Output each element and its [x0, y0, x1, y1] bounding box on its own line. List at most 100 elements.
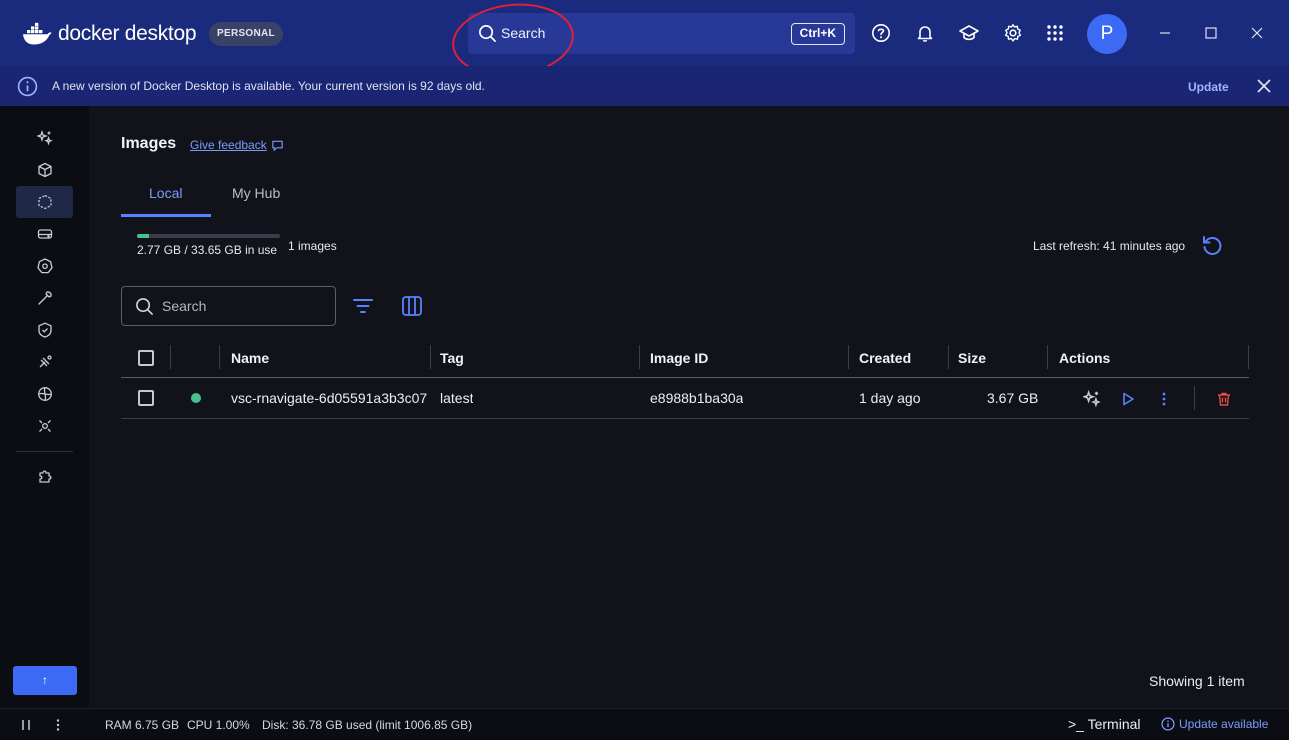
columns-icon[interactable]	[401, 295, 423, 317]
images-page: Images Give feedback Local My Hub 2.77 G…	[89, 106, 1289, 708]
table-header: Name Tag Image ID Created Size Actions	[121, 341, 1249, 378]
sidebar-item-extensions[interactable]	[16, 460, 73, 492]
mcp-toolkit-icon	[38, 420, 51, 432]
search-field[interactable]	[121, 286, 336, 326]
bell-icon[interactable]	[914, 22, 936, 44]
maximize-icon[interactable]	[1200, 22, 1222, 44]
disk-usage: Disk: 36.78 GB used (limit 1006.85 GB)	[262, 718, 473, 732]
column-header-image-id[interactable]: Image ID	[650, 350, 708, 366]
containers-icon	[37, 162, 52, 178]
engine-pause-icon[interactable]	[19, 718, 33, 732]
tab-my-hub[interactable]: My Hub	[232, 185, 280, 201]
sidebar-bottom-button[interactable]: ↑	[13, 666, 77, 695]
tab-local[interactable]: Local	[149, 185, 182, 201]
banner-close-icon[interactable]	[1257, 79, 1271, 93]
image-size: 3.67 GB	[987, 390, 1039, 406]
models-icon	[39, 355, 52, 368]
brand-name: docker desktop	[58, 22, 197, 45]
images-icon	[37, 194, 52, 210]
status-footer: RAM 6.75 GB CPU 1.00% Disk: 36.78 GB use…	[0, 708, 1289, 740]
image-id: e8988b1ba30a	[650, 390, 744, 406]
column-separator	[1047, 345, 1048, 369]
update-available-label: Update available	[1179, 717, 1269, 731]
search-icon	[136, 298, 153, 315]
more-actions[interactable]	[1154, 389, 1174, 409]
give-feedback-link[interactable]: Give feedback	[190, 138, 284, 152]
kebab-menu-icon	[1162, 392, 1166, 406]
builds-icon	[37, 291, 52, 305]
run-action[interactable]	[1118, 389, 1138, 409]
sidebar-item-models[interactable]	[16, 346, 73, 378]
ask-gordon-action[interactable]	[1082, 389, 1102, 409]
help-icon[interactable]	[870, 22, 892, 44]
close-icon[interactable]	[1246, 22, 1268, 44]
extensions-marketplace-icon	[37, 387, 52, 401]
sparkles-icon	[36, 130, 53, 146]
info-icon	[17, 76, 38, 97]
banner-update-button[interactable]: Update	[1188, 80, 1229, 94]
gear-icon[interactable]	[1002, 22, 1024, 44]
select-all-checkbox[interactable]	[138, 350, 154, 366]
sidebar: ↑	[0, 106, 89, 708]
column-separator	[430, 345, 431, 369]
docker-whale-icon	[23, 22, 52, 45]
page-title: Images	[121, 135, 177, 152]
disk-usage-fill	[137, 234, 149, 238]
avatar[interactable]: P	[1087, 14, 1127, 54]
ram-usage: RAM 6.75 GB	[105, 718, 180, 732]
trash-icon	[1218, 392, 1230, 406]
sidebar-item-images[interactable]	[16, 186, 73, 218]
image-count: 1 images	[288, 239, 337, 253]
docker-logo: docker desktop	[22, 18, 197, 50]
sidebar-item-volumes[interactable]	[16, 218, 73, 250]
sidebar-item-builds[interactable]	[16, 282, 73, 314]
image-name[interactable]: vsc-rnavigate-6d05591a3b3c07	[231, 390, 432, 406]
banner-message: A new version of Docker Desktop is avail…	[52, 79, 485, 93]
sidebar-item-ask-gordon[interactable]	[16, 122, 73, 154]
sidebar-item-containers[interactable]	[16, 154, 73, 186]
sidebar-item-docker-hub[interactable]	[16, 378, 73, 410]
column-separator	[219, 345, 220, 369]
image-tag: latest	[440, 390, 474, 406]
column-separator	[639, 345, 640, 369]
terminal-button[interactable]: >_ Terminal	[1068, 716, 1141, 732]
delete-action[interactable]	[1214, 389, 1234, 409]
plan-badge: PERSONAL	[209, 22, 283, 46]
update-available-link[interactable]: Update available	[1161, 717, 1268, 731]
sidebar-item-scout[interactable]	[16, 314, 73, 346]
row-checkbox[interactable]	[138, 390, 154, 406]
showing-count: Showing 1 item	[1149, 673, 1245, 689]
global-search-label: Search	[501, 25, 546, 41]
engine-menu-icon[interactable]	[51, 718, 65, 732]
column-header-created[interactable]: Created	[859, 350, 911, 366]
column-separator	[1248, 345, 1249, 369]
sidebar-item-kubernetes[interactable]	[16, 250, 73, 282]
disk-usage-bar	[137, 234, 280, 238]
learning-center-icon[interactable]	[958, 22, 980, 44]
feedback-chat-icon	[272, 140, 283, 151]
last-refresh: Last refresh: 41 minutes ago	[1033, 239, 1186, 253]
volumes-icon	[37, 229, 52, 239]
column-separator	[848, 345, 849, 369]
table-row[interactable]: vsc-rnavigate-6d05591a3b3c07 latest e898…	[121, 378, 1249, 419]
sidebar-item-mcp-toolkit[interactable]	[16, 410, 73, 442]
image-created: 1 day ago	[859, 390, 921, 406]
disk-usage-text: 2.77 GB / 33.65 GB in use	[137, 243, 278, 257]
action-separator	[1194, 386, 1195, 410]
active-tab-indicator	[121, 214, 211, 217]
search-icon	[479, 25, 496, 42]
column-header-tag[interactable]: Tag	[440, 350, 464, 366]
column-header-size[interactable]: Size	[958, 350, 986, 366]
apps-grid-icon[interactable]	[1044, 22, 1066, 44]
info-icon	[1161, 717, 1175, 731]
global-search[interactable]: Search Ctrl+K	[468, 13, 855, 54]
sidebar-divider	[16, 451, 73, 452]
search-input[interactable]	[162, 296, 322, 316]
update-banner: A new version of Docker Desktop is avail…	[0, 66, 1289, 106]
filter-icon[interactable]	[352, 295, 374, 317]
refresh-icon[interactable]	[1200, 233, 1224, 257]
column-header-name[interactable]: Name	[231, 350, 269, 366]
extensions-icon	[38, 470, 52, 483]
minimize-icon[interactable]	[1154, 22, 1176, 44]
sparkles-icon	[1083, 390, 1101, 408]
